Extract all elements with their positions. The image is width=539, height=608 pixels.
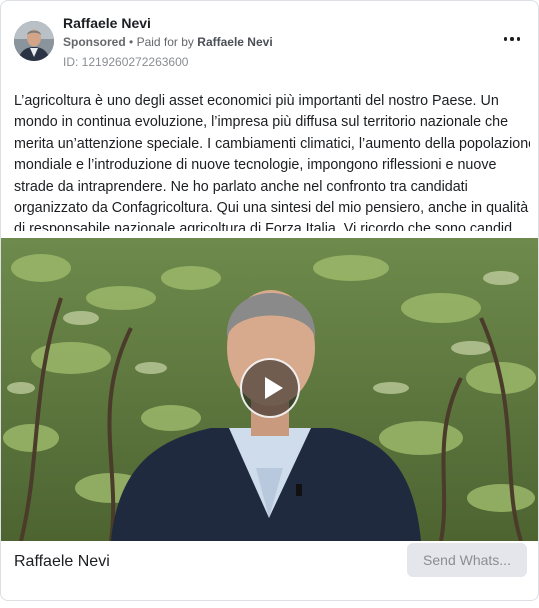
ad-body-text: L’agricoltura è uno degli asset economic… (14, 91, 530, 231)
body-line: merita un’attenzione speciale. I cambiam… (14, 135, 530, 152)
ad-id: ID: 1219260272263600 (63, 55, 189, 69)
body-line: mondo in continua evoluzione, l’impresa … (14, 114, 509, 131)
body-line: di responsabile nazionale agricoltura di… (14, 221, 530, 231)
body-line: L’agricoltura è uno degli asset economic… (14, 93, 499, 109)
ad-card: Raffaele Nevi Sponsored • Paid for by Ra… (0, 0, 539, 601)
meta-separator: • (129, 35, 137, 49)
body-line: organizzato da Confagricoltura. Qui una … (14, 200, 529, 217)
paid-for-by-name: Raffaele Nevi (197, 35, 273, 49)
page-name[interactable]: Raffaele Nevi (63, 15, 151, 31)
footer-page-name: Raffaele Nevi (14, 553, 110, 570)
sponsored-line: Sponsored • Paid for by Raffaele Nevi (63, 35, 273, 49)
ad-header: Raffaele Nevi Sponsored • Paid for by Ra… (14, 15, 538, 75)
play-button[interactable] (240, 358, 300, 418)
more-options-icon[interactable] (500, 31, 524, 47)
video-player[interactable] (1, 238, 538, 541)
avatar[interactable] (14, 21, 54, 61)
paid-for-prefix: Paid for by (136, 35, 194, 49)
body-line: mondiale e l’introduzione di nuove tecno… (14, 157, 497, 174)
sponsored-label: Sponsored (63, 35, 126, 49)
body-line: strade da intraprendere. Ne ho parlato a… (14, 178, 468, 195)
send-whatsapp-button[interactable]: Send Whats... (407, 543, 527, 577)
ad-footer: Raffaele Nevi Send Whats... (1, 541, 538, 600)
play-icon (265, 377, 283, 399)
